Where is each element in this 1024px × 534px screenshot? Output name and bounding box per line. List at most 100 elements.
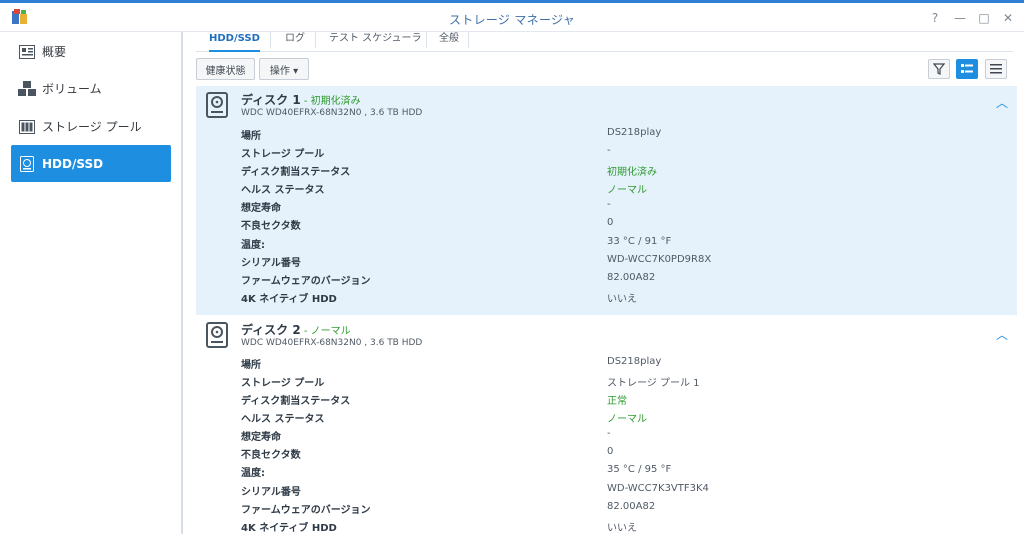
info-value: 正常 [607,396,627,407]
info-key: 想定寿命 [241,203,281,214]
disk-status: - 初期化済み [300,96,361,107]
hdd-icon [18,155,36,173]
info-value: いいえ [607,294,637,305]
overview-icon [18,43,36,61]
minimize-icon[interactable]: — [951,9,969,27]
filter-button[interactable] [928,59,950,79]
maximize-icon[interactable]: □ [975,9,993,27]
list-view-button[interactable] [985,59,1007,79]
info-row-temperature: 温度: 35 °C / 95 °F [241,464,1001,482]
info-value: 82.00A82 [607,501,656,512]
hdd-disk-icon [206,322,228,348]
info-row-4k-native: 4K ネイティブ HDD いいえ [241,290,1001,308]
tab-log[interactable]: ログ [285,32,305,52]
info-row-firmware: ファームウェアのバージョン 82.00A82 [241,272,1001,290]
info-value: WD-WCC7K3VTF3K4 [607,483,709,494]
sidebar-item-label: ボリューム [42,82,102,96]
info-row-health-status: ヘルス ステータス ノーマル [241,181,1001,199]
tab-hdd-ssd[interactable]: HDD/SSD [209,32,260,52]
info-value: 35 °C / 95 °F [607,464,672,475]
sidebar-item-volume[interactable]: ボリューム [11,70,171,107]
info-key: 不良セクタ数 [241,221,301,232]
disk-panel-2[interactable]: ディスク 2 - ノーマル WDC WD40EFRX-68N32N0 , 3.6… [196,316,1017,534]
info-key: 温度: [241,468,265,479]
info-row-firmware: ファームウェアのバージョン 82.00A82 [241,501,1001,519]
health-status-button[interactable]: 健康状態 [196,58,255,80]
info-row-storage-pool: ストレージ プール ストレージ プール 1 [241,374,1001,392]
info-value: いいえ [607,523,637,534]
info-value: - [607,428,611,439]
info-row-temperature: 温度: 33 °C / 91 °F [241,236,1001,254]
info-key: シリアル番号 [241,487,301,498]
info-key: ヘルス ステータス [241,185,325,196]
info-value: DS218play [607,356,662,367]
info-key: 4K ネイティブ HDD [241,523,337,534]
info-row-bad-sectors: 不良セクタ数 0 [241,217,1001,235]
hdd-disk-icon [206,92,228,118]
info-row-4k-native: 4K ネイティブ HDD いいえ [241,519,1001,534]
filter-icon [933,63,945,75]
info-key: 4K ネイティブ HDD [241,294,337,305]
info-value: ストレージ プール 1 [607,378,700,389]
sidebar-item-label: HDD/SSD [42,156,104,171]
close-icon[interactable]: ✕ [999,9,1017,27]
info-row-health-status: ヘルス ステータス ノーマル [241,410,1001,428]
info-row-serial: シリアル番号 WD-WCC7K3VTF3K4 [241,483,1001,501]
tab-general[interactable]: 全般 [439,32,459,52]
info-key: ディスク割当ステータス [241,396,351,407]
sidebar-item-label: 概要 [42,45,67,59]
volume-icon [18,80,36,98]
info-key: 場所 [241,131,261,142]
info-key: ヘルス ステータス [241,414,325,425]
tab-divider [315,32,316,48]
sidebar-item-storage-pool[interactable]: ストレージ プール [11,108,171,145]
info-value: 0 [607,217,614,228]
info-key: ストレージ プール [241,378,325,389]
detail-view-button[interactable] [956,59,978,79]
info-value: 82.00A82 [607,272,656,283]
info-row-estimated-life: 想定寿命 - [241,199,1001,217]
info-value: DS218play [607,127,662,138]
disk-title: ディスク 1 - 初期化済み [241,91,361,108]
storage-pool-icon [18,118,36,136]
tab-divider [426,32,427,48]
disk-model: WDC WD40EFRX-68N32N0 , 3.6 TB HDD [241,338,423,348]
info-key: 想定寿命 [241,432,281,443]
help-icon[interactable]: ? [926,9,944,27]
info-value: ノーマル [607,185,647,196]
disk-panel-1[interactable]: ディスク 1 - 初期化済み WDC WD40EFRX-68N32N0 , 3.… [196,86,1017,315]
sidebar-item-overview[interactable]: 概要 [11,33,171,70]
tab-bar: HDD/SSD ログ テスト スケジューラ 全般 [196,32,1013,52]
collapse-chevron-up-icon[interactable]: ︿ [996,94,1008,111]
disk-name: ディスク 2 [241,323,301,337]
info-value: - [607,145,611,156]
info-value: WD-WCC7K0PD9R8X [607,254,712,265]
main-content: HDD/SSD ログ テスト スケジューラ 全般 健康状態 操作 ▾ ディスク … [185,32,1024,534]
disk-title: ディスク 2 - ノーマル [241,321,351,338]
info-row-bad-sectors: 不良セクタ数 0 [241,446,1001,464]
collapse-chevron-up-icon[interactable]: ︿ [996,326,1008,343]
info-key: ディスク割当ステータス [241,167,351,178]
info-row-storage-pool: ストレージ プール - [241,145,1001,163]
info-row-allocation-status: ディスク割当ステータス 初期化済み [241,163,1001,181]
info-key: ファームウェアのバージョン [241,505,371,516]
info-key: シリアル番号 [241,258,301,269]
window-title: ストレージ マネージャ [448,13,576,27]
info-value: 初期化済み [607,167,657,178]
info-row-serial: シリアル番号 WD-WCC7K0PD9R8X [241,254,1001,272]
info-value: - [607,199,611,210]
disk-name: ディスク 1 [241,93,301,107]
info-key: ストレージ プール [241,149,325,160]
action-dropdown-button[interactable]: 操作 ▾ [259,58,309,80]
list-icon [990,64,1002,74]
tab-divider [270,32,271,48]
info-row-location: 場所 DS218play [241,356,1001,374]
title-bar: ストレージ マネージャ ? — □ ✕ [0,0,1024,32]
tab-test-scheduler[interactable]: テスト スケジューラ [329,32,421,52]
info-key: 場所 [241,360,261,371]
sidebar-item-hdd-ssd[interactable]: HDD/SSD [11,145,171,182]
info-value: ノーマル [607,414,647,425]
info-row-location: 場所 DS218play [241,127,1001,145]
info-row-allocation-status: ディスク割当ステータス 正常 [241,392,1001,410]
disk-status: - ノーマル [300,326,351,337]
